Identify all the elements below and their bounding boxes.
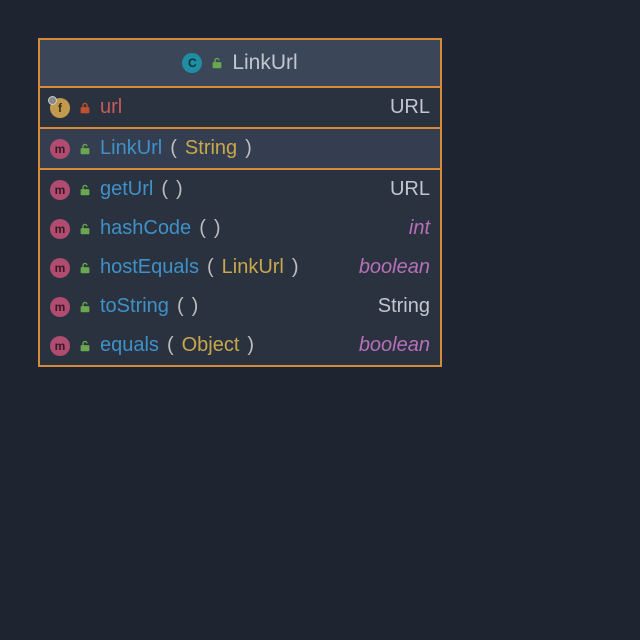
constructor-name: LinkUrl [100,137,162,160]
class-header[interactable]: C LinkUrl [40,40,440,88]
return-type: int [409,217,430,240]
lock-icon [78,101,92,115]
method-row[interactable]: m hashCode () int [40,209,440,248]
constructor-icon: m [50,139,70,159]
method-row[interactable]: m equals ( Object) boolean [40,326,440,365]
param-type: String [185,137,237,160]
method-icon: m [50,336,70,356]
class-title: LinkUrl [232,51,297,75]
param-type: LinkUrl [222,256,284,279]
class-diagram: C LinkUrl f url URL m LinkUrl ( String) m getU… [38,38,442,367]
method-name: hashCode [100,217,191,240]
unlock-icon [78,183,92,197]
paren-open: ( [167,334,174,357]
method-row[interactable]: m getUrl () URL [40,170,440,209]
return-type: URL [390,96,430,119]
unlock-icon [210,56,224,70]
unlock-icon [78,300,92,314]
paren-close: ) [192,295,199,318]
paren-close: ) [247,334,254,357]
method-icon: m [50,180,70,200]
fields-section: f url URL [40,88,440,129]
method-name: getUrl [100,178,153,201]
method-name: equals [100,334,159,357]
method-icon: m [50,258,70,278]
paren-close: ) [176,178,183,201]
class-icon: C [182,53,202,73]
unlock-icon [78,222,92,236]
field-row[interactable]: f url URL [40,88,440,127]
method-row[interactable]: m toString () String [40,287,440,326]
return-type: String [378,295,430,318]
constructor-row[interactable]: m LinkUrl ( String) [39,128,441,169]
method-icon: m [50,297,70,317]
paren-close: ) [245,137,252,160]
paren-open: ( [199,217,206,240]
field-name: url [100,96,122,119]
paren-open: ( [207,256,214,279]
unlock-icon [78,339,92,353]
param-type: Object [182,334,240,357]
paren-open: ( [170,137,177,160]
return-type: URL [390,178,430,201]
paren-close: ) [292,256,299,279]
method-icon: m [50,219,70,239]
method-name: hostEquals [100,256,199,279]
constructors-section: m LinkUrl ( String) [40,128,440,170]
return-type: boolean [359,256,430,279]
paren-open: ( [161,178,168,201]
paren-open: ( [177,295,184,318]
unlock-icon [78,261,92,275]
method-row[interactable]: m hostEquals ( LinkUrl) boolean [40,248,440,287]
return-type: boolean [359,334,430,357]
method-name: toString [100,295,169,318]
unlock-icon [78,142,92,156]
paren-close: ) [214,217,221,240]
methods-section: mgetUrl()URLmhashCode()intmhostEquals(Li… [40,170,440,365]
field-icon: f [50,98,70,118]
